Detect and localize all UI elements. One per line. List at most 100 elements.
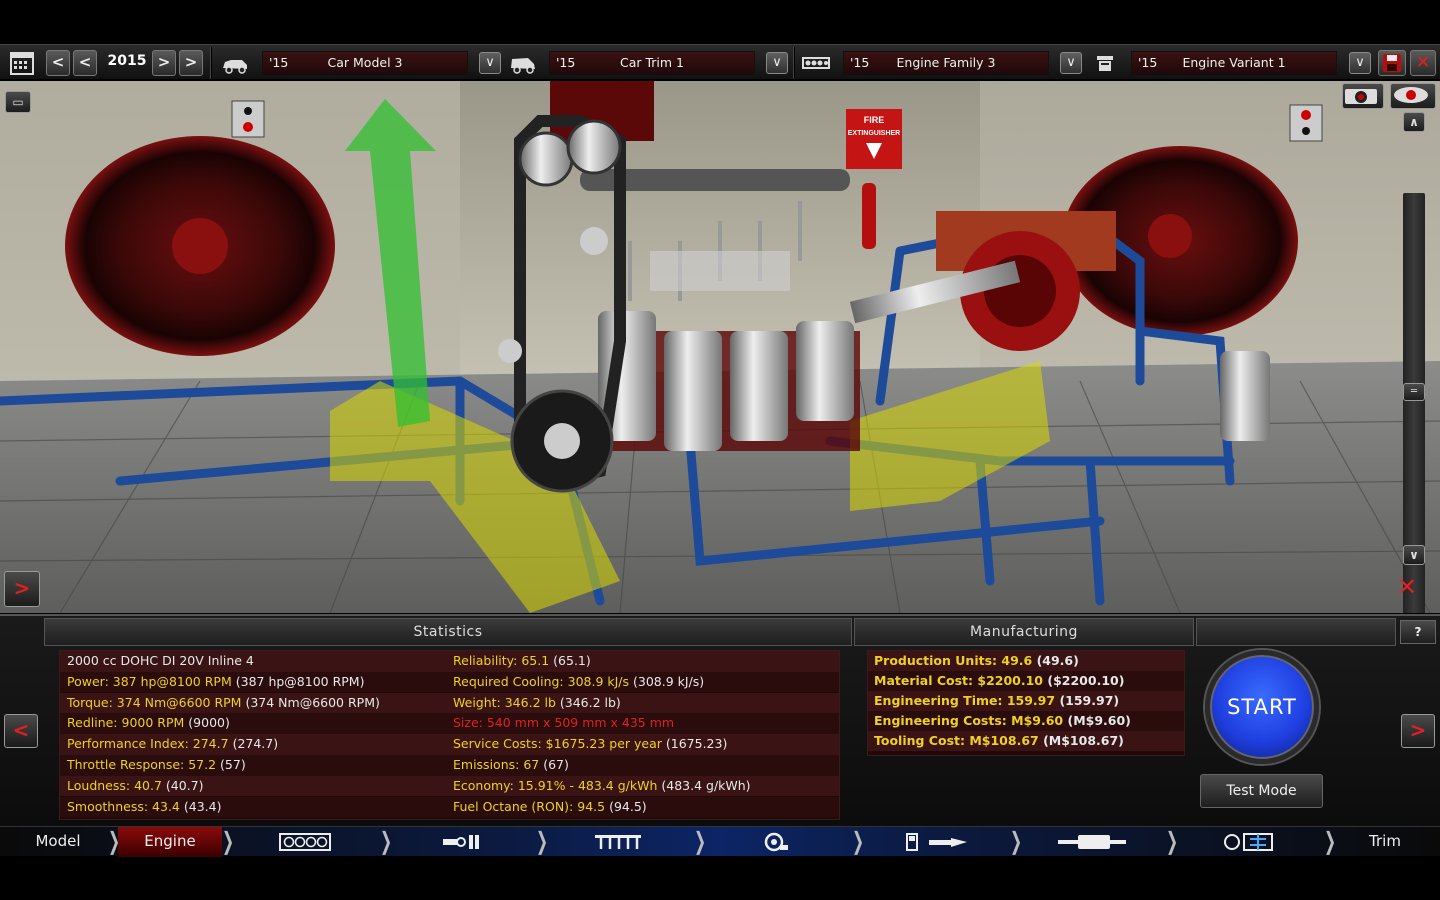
engine-family-dropdown-button[interactable]: ∨ xyxy=(1060,52,1082,74)
manufacturing-table: Production Units: 49.6 (49.6) Material Co… xyxy=(867,650,1185,756)
mfg-label: Engineering Time: 159.97 xyxy=(874,693,1056,708)
stat-label: Smoothness: 43.4 xyxy=(67,798,180,814)
engine-variant-dropdown-button[interactable]: ∨ xyxy=(1349,52,1371,74)
mfg-cell: Engineering Time: 159.97 (159.97) xyxy=(874,693,1119,708)
stat-left: Redline: 9000 RPM (9000) xyxy=(67,715,230,730)
stat-label: Emissions: 67 xyxy=(453,757,540,772)
chevron-right-icon: ❯ xyxy=(852,827,865,855)
crankshaft-icon[interactable] xyxy=(436,827,486,857)
test-mode-button[interactable]: Test Mode xyxy=(1200,774,1323,808)
visibility-eye-icon[interactable] xyxy=(1390,83,1436,109)
exhaust-icon[interactable] xyxy=(1052,827,1132,857)
divider xyxy=(793,47,795,79)
fuel-system-icon[interactable] xyxy=(898,827,974,857)
stat-label: Torque: 374 Nm@6600 RPM xyxy=(67,694,242,710)
stat-value: (43.4) xyxy=(183,798,222,814)
engine-part-icon[interactable]: ▭ xyxy=(5,91,31,113)
car-trim-name: Car Trim 1 xyxy=(619,55,684,70)
stat-label: Loudness: 40.7 xyxy=(67,777,162,793)
mfg-label: Engineering Costs: M$9.60 xyxy=(874,713,1064,728)
year-label: 2015 xyxy=(107,53,147,69)
car-trim-dropdown-button[interactable]: ∨ xyxy=(766,52,788,74)
stat-value: (40.7) xyxy=(165,777,204,793)
stat-value: (483.4 g/kWh) xyxy=(661,777,751,793)
stat-right: Fuel Octane (RON): 94.5 (94.5) xyxy=(453,799,647,814)
start-button[interactable]: START xyxy=(1205,650,1319,764)
mfg-label: Production Units: 49.6 xyxy=(874,653,1033,668)
actions-header xyxy=(1196,618,1396,646)
year-back-fast-button[interactable]: < xyxy=(46,50,70,76)
stat-value: (65.1) xyxy=(553,653,591,668)
chevron-right-icon: ❯ xyxy=(222,827,235,855)
engine-3d-viewport[interactable]: FIRE EXTINGUISHER ▭ ∧ ∨ ═ > ✕ xyxy=(0,81,1440,613)
stat-label: Fuel Octane (RON): 94.5 xyxy=(453,798,606,814)
mfg-cell: Engineering Costs: M$9.60 (M$9.60) xyxy=(874,713,1131,728)
engine-variant-select[interactable]: '15 Engine Variant 1 xyxy=(1131,51,1337,75)
car-trim-icon xyxy=(508,50,538,76)
next-page-button[interactable]: > xyxy=(1401,714,1435,748)
mfg-label: Tooling Cost: M$108.67 xyxy=(874,733,1039,748)
zoom-down-button[interactable]: ∨ xyxy=(1403,545,1425,565)
engine-variant-name: Engine Variant 1 xyxy=(1182,55,1286,70)
stat-right: Emissions: 67 (67) xyxy=(453,757,569,772)
stat-value: (346.2 lb) xyxy=(559,694,621,710)
save-icon[interactable] xyxy=(1378,50,1406,76)
chevron-right-icon: ❯ xyxy=(1166,827,1179,855)
camera-icon[interactable] xyxy=(1342,83,1384,109)
calendar-icon[interactable] xyxy=(7,50,37,76)
table-row: Loudness: 40.7 (40.7) Economy: 15.91% - 4… xyxy=(60,775,839,797)
top-toolbar: < < 2015 > > '15 Car Model 3 ∨ '15 Car T… xyxy=(0,44,1440,80)
table-row: Performance Index: 274.7 (274.7) Service … xyxy=(60,734,839,755)
move-cross-icon[interactable]: ✕ xyxy=(1386,571,1428,607)
chevron-right-icon: ❯ xyxy=(694,827,707,855)
table-row: Torque: 374 Nm@6600 RPM (374 Nm@6600 RPM… xyxy=(60,692,839,714)
stat-value: (9000) xyxy=(188,715,230,731)
divider xyxy=(210,47,212,79)
zoom-up-button[interactable]: ∧ xyxy=(1403,112,1425,132)
stat-value: (57) xyxy=(220,757,246,772)
engine-scene: FIRE EXTINGUISHER xyxy=(0,81,1440,613)
dyno-test-icon[interactable] xyxy=(1216,827,1280,857)
stat-value: (374 Nm@6600 RPM) xyxy=(245,694,380,710)
svg-text:FIRE: FIRE xyxy=(864,115,885,125)
car-model-select[interactable]: '15 Car Model 3 xyxy=(262,51,468,75)
table-row: Smoothness: 43.4 (43.4) Fuel Octane (RON)… xyxy=(60,796,839,818)
nav-model[interactable]: Model xyxy=(8,827,108,857)
nav-trim[interactable]: Trim xyxy=(1342,827,1428,857)
stat-left: Performance Index: 274.7 (274.7) xyxy=(67,736,278,751)
engine-family-select[interactable]: '15 Engine Family 3 xyxy=(843,51,1049,75)
previous-page-button[interactable]: < xyxy=(4,714,38,748)
year-back-button[interactable]: < xyxy=(73,50,97,76)
mfg-cell: Material Cost: $2200.10 ($2200.10) xyxy=(874,673,1124,688)
stat-label: Reliability: 65.1 xyxy=(453,653,550,668)
stat-label: 2000 cc DOHC DI 20V Inline 4 xyxy=(67,653,254,668)
expand-panel-button[interactable]: > xyxy=(4,571,40,607)
turbo-icon[interactable] xyxy=(752,827,798,857)
cylinder-head-icon[interactable] xyxy=(590,827,646,857)
statistics-header: Statistics xyxy=(44,618,852,646)
stat-label: Performance Index: 274.7 xyxy=(67,736,229,752)
stat-label: Economy: 15.91% - 483.4 g/kWh xyxy=(453,777,658,793)
stat-right: Reliability: 65.1 (65.1) xyxy=(453,653,591,668)
car-model-dropdown-button[interactable]: ∨ xyxy=(479,52,501,74)
table-row: Throttle Response: 57.2 (57) Emissions: 6… xyxy=(60,755,839,776)
stat-right: Service Costs: $1675.23 per year (1675.2… xyxy=(453,736,727,751)
stat-left: Smoothness: 43.4 (43.4) xyxy=(67,799,221,814)
chevron-right-icon: ❯ xyxy=(1324,827,1337,855)
mfg-cell: Tooling Cost: M$108.67 (M$108.67) xyxy=(874,733,1124,748)
zoom-slider-handle[interactable]: ═ xyxy=(1403,383,1425,401)
nav-engine[interactable]: Engine xyxy=(118,827,222,857)
help-button[interactable]: ? xyxy=(1400,620,1436,644)
bottom-panel: Statistics Manufacturing ? < > 2000 cc D… xyxy=(0,614,1440,826)
mfg-value: (M$9.60) xyxy=(1067,713,1131,728)
stat-label: Service Costs: $1675.23 per year xyxy=(453,736,662,752)
close-icon[interactable]: ✕ xyxy=(1410,50,1436,76)
engine-block-icon[interactable] xyxy=(270,827,340,857)
mfg-value: (M$108.67) xyxy=(1043,733,1124,748)
stat-value: (274.7) xyxy=(232,736,279,752)
manufacturing-header: Manufacturing xyxy=(854,618,1194,646)
car-trim-select[interactable]: '15 Car Trim 1 xyxy=(549,51,755,75)
stat-label: Throttle Response: 57.2 xyxy=(67,757,217,772)
year-forward-fast-button[interactable]: > xyxy=(179,50,203,76)
year-forward-button[interactable]: > xyxy=(152,50,176,76)
